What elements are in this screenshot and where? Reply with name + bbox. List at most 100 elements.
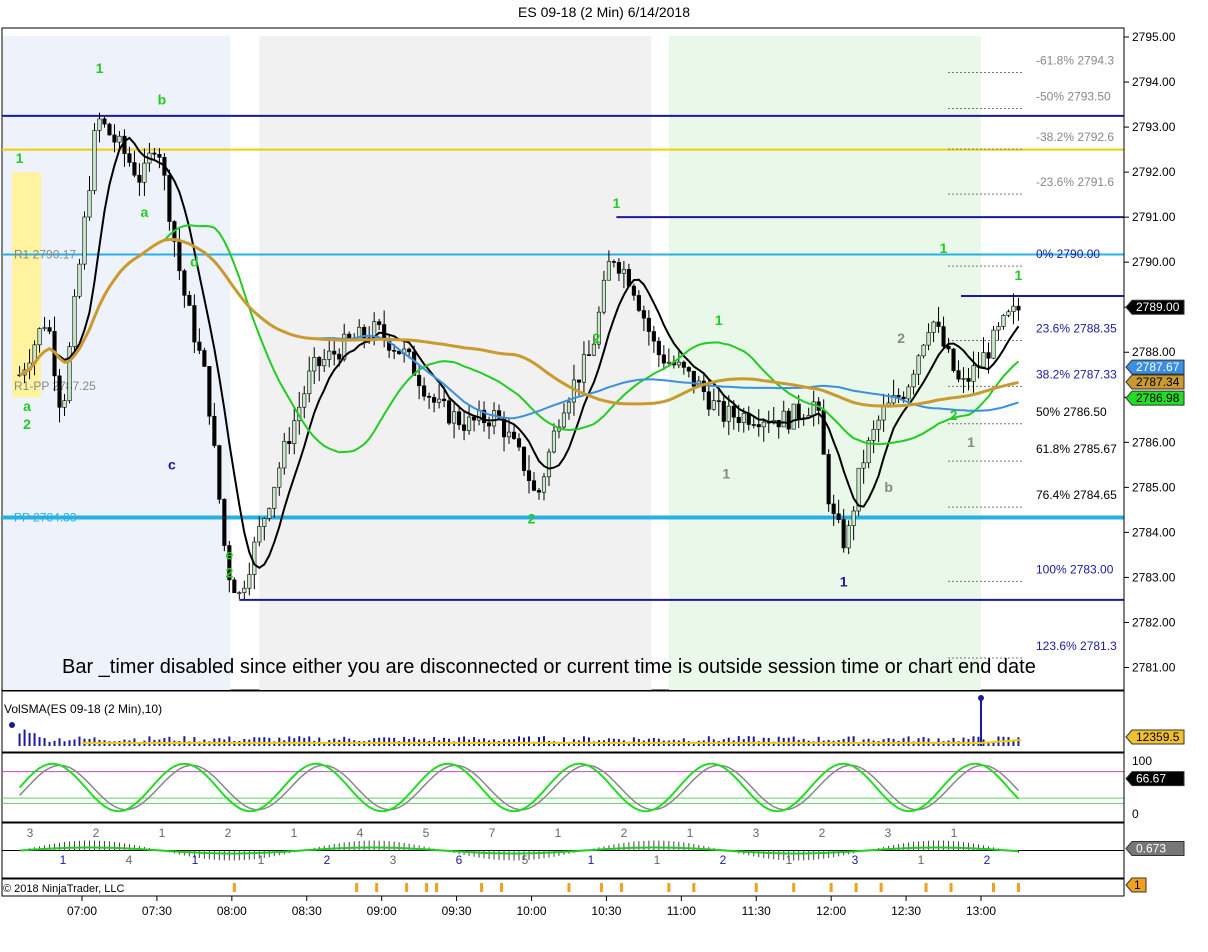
y-tick-label: 2782.00 [1132,615,1176,629]
candle-body [536,490,542,493]
event-marker [692,883,696,892]
chart-stage[interactable]: 2795.00 2794.00 2793.00 2792.00 2791.00 2790.… [0,0,1208,952]
candle-body [337,353,342,360]
wave-label: b [158,92,167,108]
wave-label: a [23,398,31,414]
y-tick-label: 2788.00 [1132,345,1176,359]
momentum-wave-label: 2 [621,826,628,840]
y-tick-label: 2793.00 [1132,120,1176,134]
event-marker [480,883,484,892]
candle-body [876,419,881,430]
candle-body [911,373,916,388]
candle-body [182,270,187,296]
x-tick-label: 09:00 [367,904,397,918]
candle-body [1001,315,1006,327]
candle-body [946,345,951,350]
candle-body [861,462,866,469]
event-marker [375,883,379,892]
candle-body [666,361,671,364]
candle-body [322,359,327,367]
volume-spike-dot [978,695,984,701]
candle-body [851,510,856,526]
wave-label: 1 [840,573,848,589]
candle-body [457,411,462,426]
momentum-wave-label: 2 [720,853,727,867]
candle-body [1006,311,1011,316]
events-tag-value: 1 [1134,878,1141,892]
candle-body [541,476,547,493]
price-tag-value: 2787.67 [1136,360,1180,374]
momentum-wave-label: 2 [225,826,232,840]
event-marker [754,883,758,892]
momentum-wave-label: 4 [126,853,133,867]
momentum-wave-label: 3 [885,826,892,840]
y-tick-label: 2795.00 [1132,30,1176,44]
candle-body [427,395,432,398]
wave-label: e [225,546,233,562]
pivot-label: PP 2784.33 [14,511,77,525]
candle-body [566,401,572,414]
candle-body [791,403,796,430]
event-marker [232,883,236,892]
candle-body [437,398,442,403]
x-tick-label: 12:00 [816,904,846,918]
momentum-wave-label: 1 [918,853,925,867]
candle-body [606,261,611,281]
fib-label: 38.2% 2787.33 [1036,367,1117,381]
price-tag: 2789.00 [1125,299,1185,315]
event-marker [599,883,603,892]
candle-body [247,574,252,589]
candle-body [347,333,352,339]
event-marker [854,883,858,892]
candle-body [981,352,986,368]
candle-body [826,454,831,505]
fib-label: -61.8% 2794.3 [1036,54,1114,68]
candle-body [257,526,262,543]
candle-body [831,503,836,515]
wave-label: 2 [897,330,905,346]
x-tick-label: 10:00 [516,904,546,918]
candle-body [611,261,616,263]
candle-body [462,424,467,431]
candle-body [796,403,801,419]
candle-body [277,467,282,488]
momentum-wave-label: 1 [654,853,661,867]
candle-body [531,480,537,491]
price-tag-value: 2786.98 [1136,391,1180,405]
candle-body [82,216,87,265]
candle-body [931,321,936,333]
candle-body [516,438,522,448]
candle-body [212,415,217,446]
candle-body [292,420,297,444]
candle-body [127,153,132,163]
candle-body [576,379,581,383]
event-marker [1016,883,1020,892]
candle-body [57,375,62,408]
candle-body [546,451,552,478]
candle-body [197,341,202,351]
stochastic-tag-value: 66.67 [1136,772,1166,786]
candle-body [117,135,122,143]
candle-body [561,412,567,428]
candle-body [936,321,941,327]
candle-body [971,365,976,382]
wave-label: d [190,254,199,270]
candle-body [317,356,322,367]
momentum-wave-label: 5 [522,853,529,867]
event-marker [405,883,409,892]
wave-label: 1 [722,465,730,481]
candle-body [961,378,966,380]
candle-body [836,513,841,520]
events-panel [1,878,1125,897]
candle-body [636,295,641,311]
candle-body [152,152,157,155]
stochastic-panel [1,752,1125,823]
event-marker [991,883,995,892]
momentum-tag: 0.673 [1125,841,1185,856]
stochastic-tag: 66.67 [1125,771,1185,787]
pivot-label: R1 2790.17 [14,248,76,262]
stochastic-tick-label: 0 [1132,807,1139,821]
candle-body [716,400,721,402]
x-tick-label: 08:30 [292,904,322,918]
candle-body [192,305,197,343]
